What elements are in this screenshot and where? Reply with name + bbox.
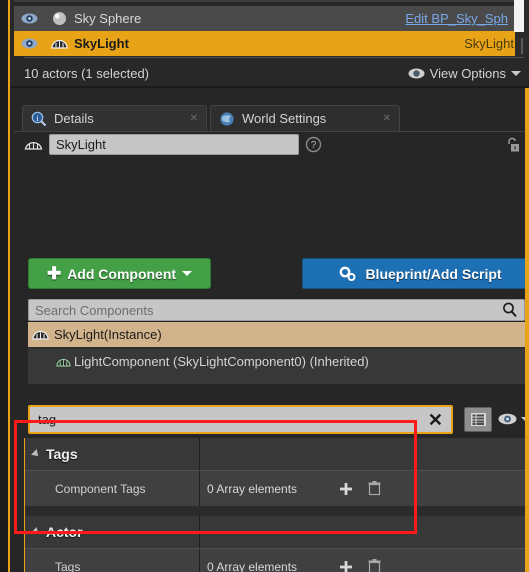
tab-label: Details: [54, 111, 94, 126]
globe-icon: [219, 111, 235, 127]
eye-icon: [408, 68, 425, 79]
trash-icon[interactable]: [368, 481, 381, 496]
chevron-down-icon: [511, 70, 521, 76]
actor-count-label: 10 actors (1 selected): [24, 65, 150, 81]
search-components-input[interactable]: Search Components: [28, 299, 525, 321]
close-icon[interactable]: ✕: [383, 113, 391, 124]
outliner-row-skylight[interactable]: SkyLight SkyLight: [14, 31, 522, 56]
outliner-row-partial[interactable]: [14, 0, 514, 2]
view-options-label: View Options: [429, 65, 506, 81]
trash-icon[interactable]: [368, 559, 381, 572]
actor-name-row: SkyLight ?: [24, 132, 529, 156]
triangle-expanded-icon: [31, 527, 41, 537]
skylight-icon: [24, 137, 43, 151]
left-gutter: [0, 0, 8, 572]
add-component-label: Add Component: [67, 265, 177, 282]
property-value: 0 Array elements: [207, 559, 298, 572]
details-tab-strip: i Details ✕ World Settings ✕: [14, 105, 529, 131]
details-panel: i Details ✕ World Settings ✕ SkyLight ?: [10, 88, 529, 572]
tab-world-settings[interactable]: World Settings ✕: [210, 105, 400, 131]
eye-icon[interactable]: [14, 38, 44, 49]
unreal-editor-panel: Sky Sphere Edit BP_Sky_Sph SkyLight SkyL…: [0, 0, 529, 572]
eye-icon: [498, 413, 517, 425]
eye-icon[interactable]: [14, 13, 44, 24]
world-outliner: Sky Sphere Edit BP_Sky_Sph SkyLight SkyL…: [10, 0, 529, 86]
outliner-divider: [24, 57, 524, 58]
column-divider: [199, 549, 200, 572]
search-icon[interactable]: [502, 302, 518, 318]
skylight-small-icon: [56, 356, 71, 368]
gears-icon: [339, 266, 357, 282]
column-divider: [199, 471, 200, 506]
chevron-down-icon: [182, 271, 193, 276]
outliner-item-label: SkyLight: [74, 36, 129, 51]
category-gap: [25, 506, 528, 516]
outliner-scrollbar-thumb[interactable]: [514, 0, 524, 32]
property-filter-bar: tag ✕: [24, 402, 529, 438]
column-divider: [199, 516, 200, 548]
sphere-icon: [44, 0, 74, 1]
grid-view-icon[interactable]: [464, 407, 492, 432]
right-accent-line: [525, 88, 529, 572]
outliner-item-label: Sky Sphere: [74, 11, 142, 26]
close-x-icon[interactable]: ✕: [428, 411, 443, 429]
property-search-input[interactable]: tag ✕: [28, 405, 453, 434]
blueprint-add-script-button[interactable]: Blueprint/Add Script: [302, 258, 529, 289]
outliner-row-sky-sphere[interactable]: Sky Sphere Edit BP_Sky_Sph: [14, 6, 514, 31]
table-row[interactable]: Component Tags 0 Array elements: [25, 471, 528, 506]
plus-icon[interactable]: [339, 560, 353, 572]
outliner-item-type: SkyLight: [464, 36, 514, 51]
category-label: Actor: [46, 524, 83, 540]
property-category-actor[interactable]: Actor: [25, 516, 528, 548]
help-circle-icon[interactable]: ?: [305, 136, 322, 153]
details-magnifier-icon: i: [31, 111, 47, 127]
tab-label: World Settings: [242, 111, 327, 126]
property-label: Component Tags: [55, 481, 146, 496]
table-row[interactable]: Tags 0 Array elements: [25, 549, 528, 572]
property-category-tags[interactable]: Tags: [25, 438, 528, 470]
triangle-expanded-icon: [31, 449, 41, 459]
search-components-placeholder: Search Components: [35, 302, 154, 318]
component-tree-item-lightcomponent[interactable]: LightComponent (SkyLightComponent0) (Inh…: [28, 349, 525, 374]
property-value: 0 Array elements: [207, 481, 298, 496]
tab-details[interactable]: i Details ✕: [22, 105, 207, 131]
add-component-button[interactable]: ✚ Add Component: [28, 258, 211, 289]
skylight-icon: [32, 328, 49, 341]
outliner-scrollbar-thumb-lower[interactable]: [521, 38, 523, 54]
outliner-footer: 10 actors (1 selected) View Options: [24, 60, 529, 86]
outliner-edit-blueprint-link[interactable]: Edit BP_Sky_Sph: [405, 11, 514, 26]
svg-text:?: ?: [311, 140, 317, 151]
component-tree-item-label: LightComponent (SkyLightComponent0) (Inh…: [74, 354, 369, 369]
sphere-icon: [44, 11, 74, 26]
plus-icon: ✚: [46, 264, 62, 283]
column-divider: [199, 438, 200, 470]
property-list: Tags Component Tags 0 Array elements Act…: [24, 438, 529, 572]
component-tree-item-label: SkyLight(Instance): [54, 327, 162, 342]
view-options-button[interactable]: View Options: [408, 66, 529, 81]
category-label: Tags: [46, 446, 78, 462]
component-tree-item-skylight[interactable]: SkyLight(Instance): [28, 322, 525, 347]
property-label: Tags: [55, 559, 81, 572]
close-icon[interactable]: ✕: [190, 113, 198, 124]
component-tree: SkyLight(Instance) LightComponent (SkyLi…: [28, 322, 525, 384]
skylight-icon: [44, 37, 74, 50]
actor-name-field[interactable]: SkyLight: [49, 133, 299, 155]
plus-icon[interactable]: [339, 482, 353, 496]
property-search-value: tag: [38, 412, 57, 427]
blueprint-label: Blueprint/Add Script: [365, 265, 502, 282]
